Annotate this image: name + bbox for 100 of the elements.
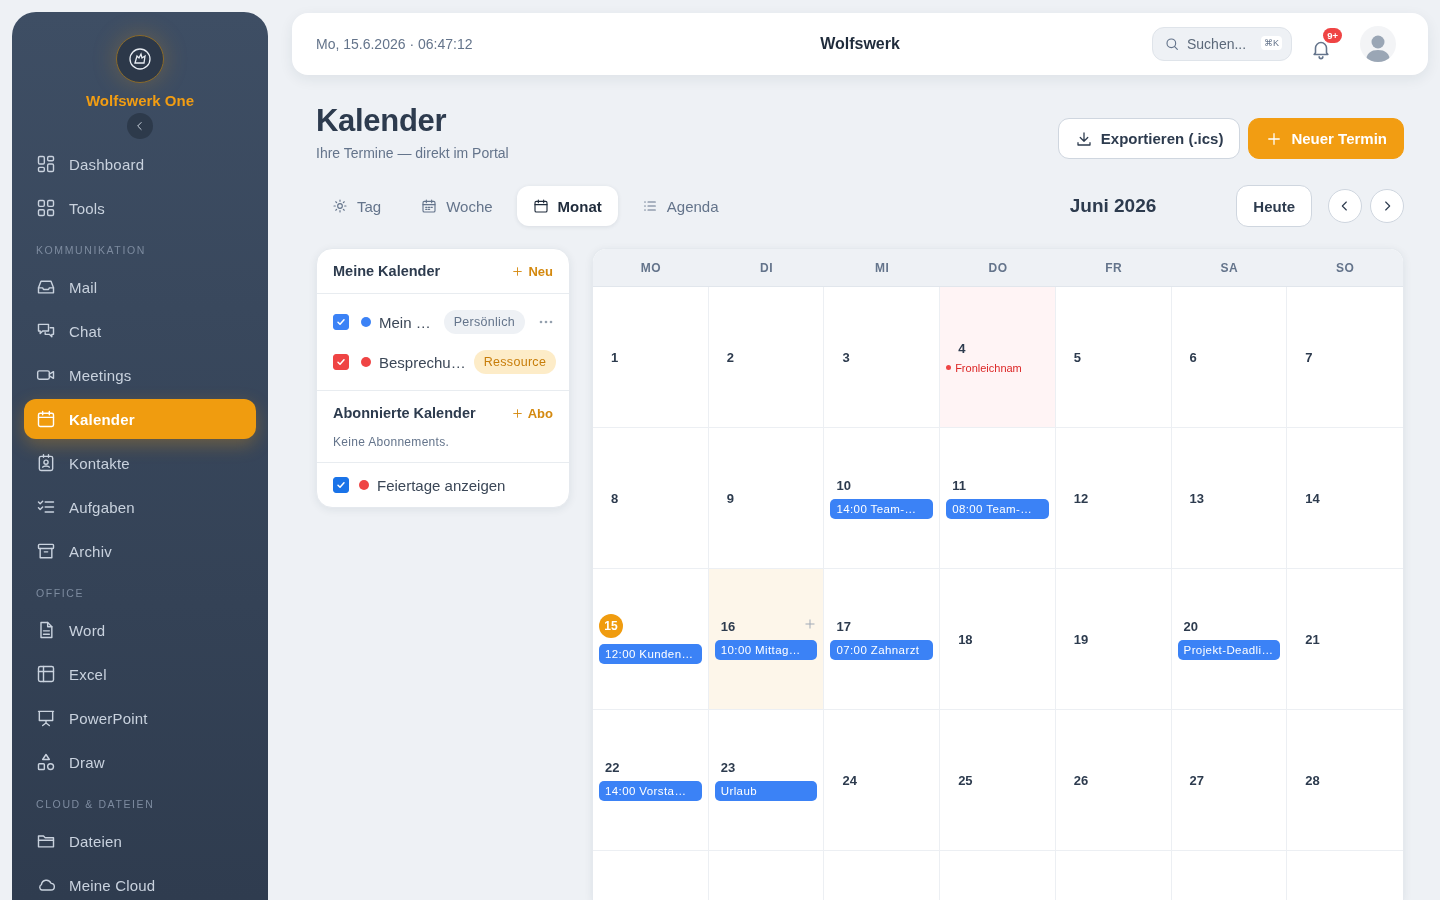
weekday-label: MO [639, 259, 662, 277]
weekday-label: MI [874, 259, 891, 277]
day-cell[interactable]: 12 [1055, 428, 1172, 568]
list-icon [641, 198, 658, 214]
logo-icon [116, 35, 164, 83]
day-cell[interactable]: 15 12:00 Kunden… [593, 569, 709, 709]
day-cell[interactable]: 18 [940, 569, 1056, 709]
inbox-icon [36, 277, 56, 297]
sidebar-item[interactable]: Chat [24, 311, 256, 351]
view-tab[interactable]: Monat [516, 186, 618, 226]
more-options-icon[interactable] [539, 320, 553, 324]
previous-button[interactable] [1328, 189, 1362, 223]
day-cell[interactable]: 19 [1055, 569, 1172, 709]
day-number: 21 [1304, 631, 1320, 647]
calendar-name[interactable]: Besprechu… [379, 353, 466, 371]
day-cell[interactable]: 25 [940, 710, 1056, 850]
day-cell[interactable]: 26 [1055, 710, 1172, 850]
sun-icon [332, 198, 348, 214]
day-cell[interactable]: 2 [708, 287, 825, 427]
day-cell[interactable]: 20 Projekt-Deadli… [1171, 569, 1288, 709]
sidebar-item[interactable]: PowerPoint [24, 698, 256, 738]
dashboard-icon [36, 154, 56, 174]
day-cell[interactable]: 5 [1055, 287, 1172, 427]
day-cell[interactable]: 16 10:00 Mittag… [708, 569, 825, 709]
day-cell[interactable]: 7 [1287, 287, 1403, 427]
sidebar-item[interactable]: Archiv [24, 531, 256, 571]
day-number: 28 [1304, 772, 1320, 788]
event-chip[interactable]: 14:00 Vorsta… [599, 780, 702, 801]
day-number: 15 [599, 614, 623, 638]
day-number: 1 [610, 349, 619, 365]
sidebar-item[interactable]: Meetings [24, 355, 256, 395]
day-cell[interactable]: 27 [1171, 710, 1288, 850]
day-cell[interactable]: 13 [1171, 428, 1288, 568]
day-cell[interactable]: 22 14:00 Vorsta… [593, 710, 709, 850]
collapse-button[interactable] [127, 113, 153, 139]
day-cell[interactable]: 4 Fronleichnam [940, 287, 1056, 427]
day-cell[interactable]: 23 Urlaub [708, 710, 825, 850]
export-button[interactable]: Exportieren (.ics) [1057, 118, 1241, 159]
day-number: 16 [719, 618, 736, 634]
day-number: 11 [951, 477, 966, 493]
next-button[interactable] [1370, 189, 1404, 223]
day-cell[interactable]: 17 07:00 Zahnarzt [824, 569, 941, 709]
day-number: 9 [725, 490, 734, 506]
day-cell[interactable]: 21 [1287, 569, 1403, 709]
sidebar-item[interactable]: Mail [24, 267, 256, 307]
checkbox[interactable] [333, 354, 349, 370]
notification-badge: 9+ [1323, 28, 1342, 43]
calendar-icon [36, 409, 56, 429]
day-cell[interactable]: 6 [1171, 287, 1288, 427]
sidebar-item[interactable]: Meine Cloud [24, 865, 256, 900]
event-chip[interactable]: 14:00 Team-… [830, 498, 934, 519]
sidebar-item[interactable]: Aufgaben [24, 487, 256, 527]
calendar-name[interactable]: Mein … [379, 313, 431, 331]
avatar-icon[interactable] [1360, 26, 1396, 62]
day-number: 20 [1182, 618, 1199, 634]
day-number: 7 [1304, 349, 1313, 365]
sidebar-item[interactable]: Excel [24, 654, 256, 694]
checkmark-icon [335, 316, 347, 328]
table-icon [36, 664, 56, 684]
shortcut-key: ⌘K [1261, 36, 1282, 50]
holiday-toggle-label[interactable]: Feiertage anzeigen [377, 476, 506, 494]
day-cell[interactable]: 10 14:00 Team-… [824, 428, 941, 568]
event-chip[interactable]: Projekt-Deadli… [1177, 639, 1281, 660]
page-subtitle: Ihre Termine — direkt im Portal [316, 145, 509, 161]
sidebar-item[interactable]: Word [24, 610, 256, 650]
day-cell[interactable]: 28 [1287, 710, 1403, 850]
checkbox[interactable] [333, 314, 349, 330]
plus-icon [511, 264, 525, 278]
day-number: 23 [719, 759, 736, 775]
calendar-tag: Ressource [473, 350, 557, 374]
view-tab[interactable]: Woche [405, 186, 509, 226]
today-button[interactable]: Heute [1236, 185, 1312, 227]
checkmark-icon [335, 479, 347, 491]
day-number: 12 [1072, 490, 1089, 506]
day-cell[interactable]: 1 [593, 287, 709, 427]
brand-name: Wolfswerk One [85, 92, 195, 109]
weekday-label: SO [1334, 259, 1356, 277]
event-chip[interactable]: 08:00 Team-… [946, 498, 1049, 519]
section-heading: CLOUD & DATEIEN [35, 797, 156, 812]
day-number: 14 [1304, 490, 1320, 506]
sidebar-item[interactable]: Dateien [24, 821, 256, 861]
day-cell[interactable]: 14 [1287, 428, 1403, 568]
view-tab[interactable]: Agenda [625, 186, 735, 226]
event-chip[interactable]: 12:00 Kunden… [599, 644, 702, 664]
plus-icon [803, 617, 818, 631]
event-chip[interactable]: Urlaub [714, 780, 818, 801]
checkbox[interactable] [333, 477, 349, 493]
day-cell[interactable]: 9 [708, 428, 825, 568]
sidebar-item[interactable]: Tools [24, 188, 256, 228]
event-chip[interactable]: 10:00 Mittag… [714, 639, 818, 660]
day-cell[interactable]: 8 [593, 428, 709, 568]
event-chip[interactable]: 07:00 Zahnarzt [830, 639, 934, 660]
sidebar-item[interactable]: Draw [24, 742, 256, 782]
view-tab[interactable]: Tag [316, 186, 398, 226]
notifications-button[interactable]: 9+ [1310, 28, 1342, 60]
day-cell[interactable]: 11 08:00 Team-… [940, 428, 1056, 568]
day-cell[interactable]: 24 [824, 710, 941, 850]
sidebar-item[interactable]: Kontakte [24, 443, 256, 483]
section-title: Abonnierte Kalender [333, 405, 476, 421]
sidebar-item[interactable]: Dashboard [24, 144, 256, 184]
